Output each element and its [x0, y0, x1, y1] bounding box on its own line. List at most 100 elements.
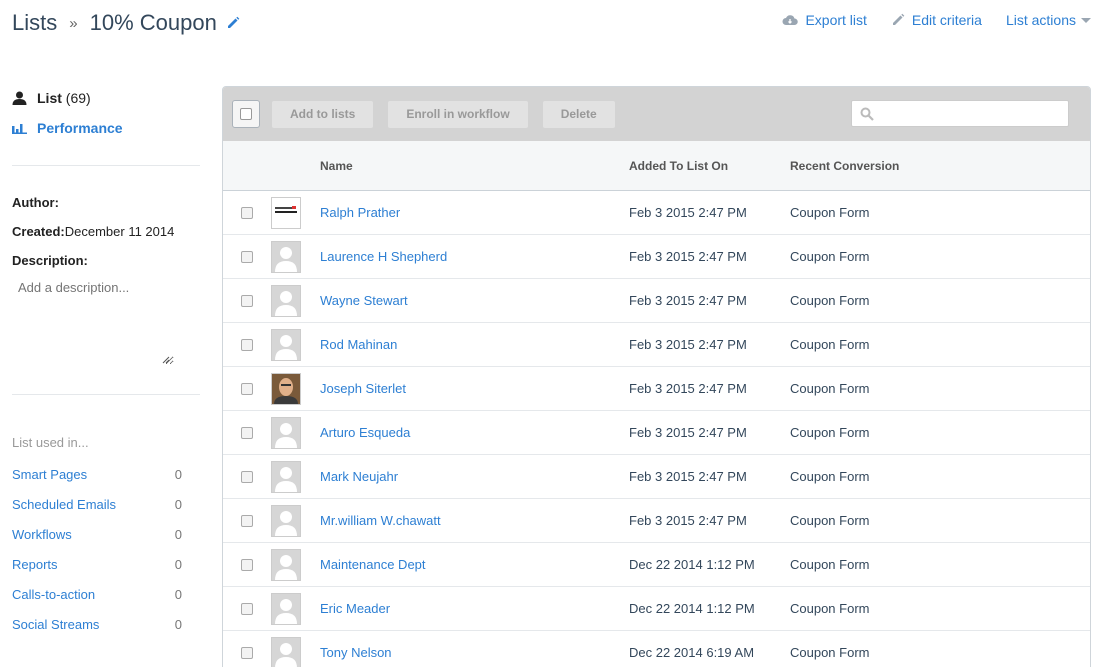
list-actions-label: List actions	[1005, 12, 1076, 28]
contact-name-link[interactable]: Ralph Prather	[320, 205, 400, 220]
page-title: 10% Coupon	[89, 10, 217, 35]
avatar-cell	[271, 636, 320, 667]
column-header-added[interactable]: Added To List On	[629, 159, 790, 173]
conversion-cell: Coupon Form	[790, 425, 870, 440]
table-row[interactable]: Ralph Prather Feb 3 2015 2:47 PM Coupon Fo…	[223, 191, 1090, 235]
contact-name-link[interactable]: Maintenance Dept	[320, 557, 426, 572]
add-to-lists-button[interactable]: Add to lists	[272, 100, 374, 128]
row-checkbox[interactable]	[241, 602, 253, 615]
avatar[interactable]	[271, 240, 301, 273]
avatar[interactable]	[271, 328, 301, 361]
row-checkbox[interactable]	[241, 558, 253, 571]
conversion-cell: Coupon Form	[790, 249, 870, 264]
contact-name-link[interactable]: Mr.william W.chawatt	[320, 513, 441, 528]
row-checkbox[interactable]	[241, 294, 253, 307]
added-date-cell: Feb 3 2015 2:47 PM	[629, 249, 747, 264]
row-checkbox[interactable]	[241, 514, 253, 527]
table-row[interactable]: Laurence H Shepherd Feb 3 2015 2:47 PM Cou…	[223, 235, 1090, 279]
added-date-cell: Feb 3 2015 2:47 PM	[629, 469, 747, 484]
contact-name-link[interactable]: Tony Nelson	[320, 645, 392, 660]
column-header-conversion[interactable]: Recent Conversion	[790, 159, 990, 173]
row-checkbox[interactable]	[241, 250, 253, 263]
table-row[interactable]: Rod Mahinan Feb 3 2015 2:47 PM Coupon Form	[223, 323, 1090, 367]
author-label: Author:	[12, 195, 59, 210]
avatar[interactable]	[271, 636, 301, 667]
used-in-reports-link[interactable]: Reports	[12, 557, 58, 572]
used-in-count: 0	[174, 556, 182, 572]
table-body: Ralph Prather Feb 3 2015 2:47 PM Coupon Fo…	[223, 191, 1090, 667]
row-checkbox[interactable]	[241, 338, 253, 351]
default-avatar-icon	[272, 637, 300, 667]
contact-name-link[interactable]: Laurence H Shepherd	[320, 249, 447, 264]
row-checkbox[interactable]	[241, 382, 253, 395]
avatar-cell	[271, 504, 320, 537]
row-checkbox[interactable]	[241, 206, 253, 219]
avatar[interactable]	[271, 592, 301, 625]
company-logo-icon	[272, 197, 300, 228]
row-checkbox-cell	[223, 338, 271, 351]
export-list-label: Export list	[805, 12, 867, 28]
table-row[interactable]: Wayne Stewart Feb 3 2015 2:47 PM Coupon Fo…	[223, 279, 1090, 323]
table-row[interactable]: Mr.william W.chawatt Feb 3 2015 2:47 PM Co…	[223, 499, 1090, 543]
avatar[interactable]	[271, 196, 301, 229]
list-actions-dropdown[interactable]: List actions	[1006, 12, 1091, 28]
author-row: Author:	[12, 188, 200, 217]
used-in-row: Calls-to-action 0	[12, 579, 200, 609]
row-checkbox[interactable]	[241, 470, 253, 483]
used-in-smart-pages-link[interactable]: Smart Pages	[12, 467, 87, 482]
table-row[interactable]: Eric Meader Dec 22 2014 1:12 PM Coupon For…	[223, 587, 1090, 631]
table-row[interactable]: Tony Nelson Dec 22 2014 6:19 AM Coupon For…	[223, 631, 1090, 667]
contact-name-link[interactable]: Mark Neujahr	[320, 469, 398, 484]
avatar[interactable]	[271, 504, 301, 537]
select-all-checkbox[interactable]	[232, 100, 260, 128]
sidebar-item-performance[interactable]: Performance	[12, 113, 200, 143]
name-cell: Tony Nelson	[320, 645, 629, 660]
table-row[interactable]: Arturo Esqueda Feb 3 2015 2:47 PM Coupon F…	[223, 411, 1090, 455]
used-in-social-streams-link[interactable]: Social Streams	[12, 617, 99, 632]
avatar[interactable]	[271, 372, 301, 405]
search-icon	[860, 107, 874, 121]
contact-name-link[interactable]: Rod Mahinan	[320, 337, 397, 352]
edit-criteria-button[interactable]: Edit criteria	[891, 12, 982, 28]
default-avatar-icon	[272, 241, 300, 272]
row-checkbox[interactable]	[241, 646, 253, 659]
pencil-icon[interactable]	[226, 16, 240, 30]
conversion-cell: Coupon Form	[790, 337, 870, 352]
avatar-cell	[271, 196, 320, 229]
search-input[interactable]	[880, 106, 1060, 121]
description-input[interactable]	[12, 275, 174, 365]
column-header-name[interactable]: Name	[320, 159, 629, 173]
contact-name-link[interactable]: Joseph Siterlet	[320, 381, 406, 396]
sidebar-list-count: (69)	[65, 90, 91, 106]
default-avatar-icon	[272, 549, 300, 580]
delete-button[interactable]: Delete	[542, 100, 615, 128]
avatar[interactable]	[271, 460, 301, 493]
used-in-scheduled-emails-link[interactable]: Scheduled Emails	[12, 497, 116, 512]
table-row[interactable]: Joseph Siterlet Feb 3 2015 2:47 PM Coupon …	[223, 367, 1090, 411]
avatar[interactable]	[271, 548, 301, 581]
avatar[interactable]	[271, 416, 301, 449]
added-date-cell: Dec 22 2014 6:19 AM	[629, 645, 755, 660]
sidebar-item-list[interactable]: List (69)	[12, 83, 200, 113]
contact-name-link[interactable]: Wayne Stewart	[320, 293, 408, 308]
breadcrumb-lists[interactable]: Lists	[12, 10, 57, 36]
used-in-ctas-link[interactable]: Calls-to-action	[12, 587, 95, 602]
enroll-workflow-button[interactable]: Enroll in workflow	[388, 100, 528, 128]
checkbox-box	[240, 108, 252, 120]
row-checkbox[interactable]	[241, 426, 253, 439]
table-row[interactable]: Maintenance Dept Dec 22 2014 1:12 PM Coupo…	[223, 543, 1090, 587]
contact-name-link[interactable]: Eric Meader	[320, 601, 390, 616]
description-row: Description:	[12, 246, 200, 275]
export-list-button[interactable]: Export list	[782, 12, 867, 28]
avatar[interactable]	[271, 284, 301, 317]
avatar-cell	[271, 548, 320, 581]
table-row[interactable]: Mark Neujahr Feb 3 2015 2:47 PM Coupon For…	[223, 455, 1090, 499]
search-box	[851, 100, 1069, 127]
contact-name-link[interactable]: Arturo Esqueda	[320, 425, 410, 440]
name-cell: Arturo Esqueda	[320, 425, 629, 440]
added-date-cell: Feb 3 2015 2:47 PM	[629, 293, 747, 308]
resize-grip-icon[interactable]	[162, 356, 170, 364]
added-date-cell: Feb 3 2015 2:47 PM	[629, 205, 747, 220]
used-in-workflows-link[interactable]: Workflows	[12, 527, 72, 542]
row-checkbox-cell	[223, 514, 271, 527]
